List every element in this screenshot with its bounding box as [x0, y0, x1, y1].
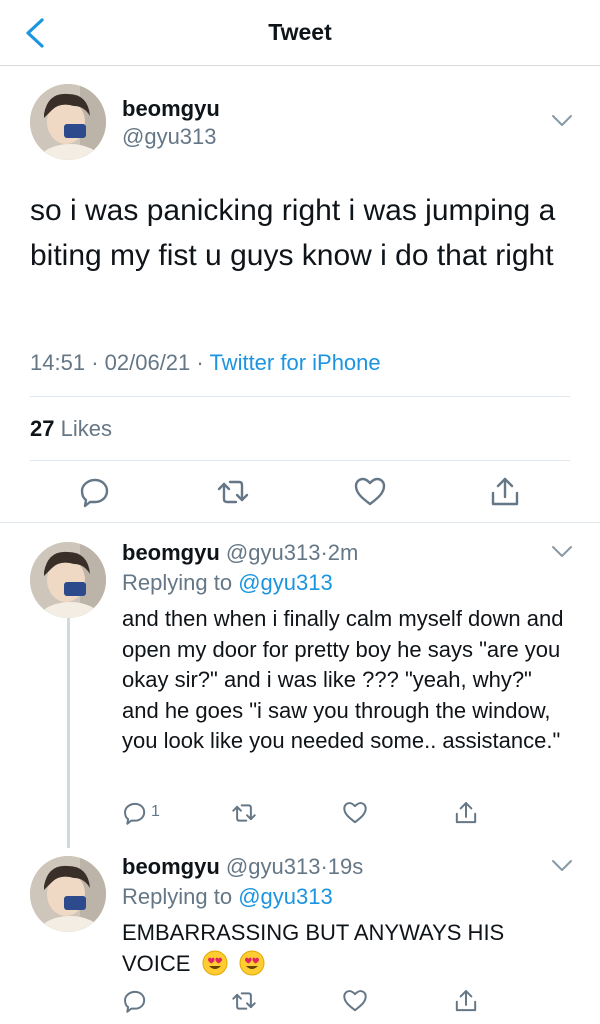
reply-count: 1: [151, 803, 160, 820]
reply-icon[interactable]: [122, 988, 148, 1014]
tweet-text: so i was panicking right i was jumping a…: [30, 194, 556, 272]
retweet-icon[interactable]: [231, 988, 257, 1014]
chevron-down-icon[interactable]: [551, 545, 573, 559]
reply-text: and then when i finally calm myself down…: [122, 606, 564, 753]
author-handle[interactable]: @gyu313: [226, 854, 321, 879]
author-name[interactable]: beomgyu: [122, 540, 220, 565]
dot-separator: ·: [91, 350, 105, 375]
reply-header: beomgyu @gyu313·2m: [122, 540, 358, 566]
like-heart-icon[interactable]: [342, 988, 368, 1014]
chevron-down-icon[interactable]: [551, 859, 573, 873]
share-icon[interactable]: [453, 988, 479, 1014]
divider: [0, 522, 600, 523]
share-icon[interactable]: [453, 800, 479, 826]
reply-text-container: EMBARRASSING BUT ANYWAYS HIS VOICE: [122, 918, 572, 979]
likes-count: 27: [30, 416, 55, 441]
author-name[interactable]: beomgyu: [122, 96, 220, 122]
avatar[interactable]: [30, 84, 106, 160]
heart-eyes-emoji-icon: [239, 950, 265, 975]
tweet-meta: 14:51 · 02/06/21 · Twitter for iPhone: [30, 350, 381, 376]
reply-icon[interactable]: [78, 475, 112, 509]
dot-separator: ·: [196, 350, 210, 375]
retweet-icon[interactable]: [231, 800, 257, 826]
replying-to-handle[interactable]: @gyu313: [238, 884, 333, 909]
tweet-time: 14:51: [30, 350, 86, 375]
reply-time: 19s: [327, 854, 364, 879]
like-heart-icon[interactable]: [342, 800, 368, 826]
reply-icon[interactable]: [122, 800, 148, 826]
chevron-down-icon[interactable]: [551, 114, 573, 128]
replying-label: Replying to: [122, 570, 233, 595]
heart-eyes-emoji-icon: [202, 950, 228, 975]
reply-header: beomgyu @gyu313·19s: [122, 854, 363, 880]
thread-connector-line: [67, 605, 70, 848]
tweet-source-link[interactable]: Twitter for iPhone: [209, 350, 380, 375]
dot-separator: ·: [320, 854, 328, 879]
reply-time: 2m: [327, 540, 359, 565]
top-bar: Tweet: [0, 0, 600, 66]
replying-to: Replying to @gyu313: [122, 570, 333, 596]
author-handle[interactable]: @gyu313: [226, 540, 321, 565]
divider: [30, 460, 570, 461]
replying-label: Replying to: [122, 884, 233, 909]
tweet-date: 02/06/21: [104, 350, 191, 375]
replying-to-handle[interactable]: @gyu313: [238, 570, 333, 595]
likes-summary[interactable]: 27 Likes: [30, 416, 112, 442]
divider: [30, 396, 570, 397]
likes-label: Likes: [60, 416, 112, 441]
share-icon[interactable]: [488, 475, 522, 509]
page-title: Tweet: [268, 19, 332, 45]
dot-separator: ·: [320, 540, 328, 565]
avatar[interactable]: [30, 542, 106, 618]
author-name[interactable]: beomgyu: [122, 854, 220, 879]
author-handle[interactable]: @gyu313: [122, 124, 217, 150]
avatar[interactable]: [30, 856, 106, 932]
like-heart-icon[interactable]: [353, 475, 387, 509]
retweet-icon[interactable]: [216, 475, 250, 509]
reply-text: EMBARRASSING BUT ANYWAYS HIS VOICE: [122, 920, 505, 976]
replying-to: Replying to @gyu313: [122, 884, 333, 910]
